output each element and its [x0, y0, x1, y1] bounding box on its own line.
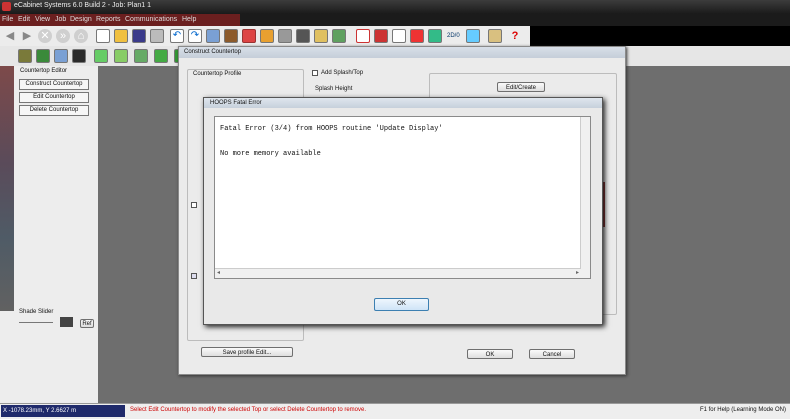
edit-create-button[interactable]: Edit/Create [497, 82, 545, 92]
code-label: 2D/0 [447, 33, 460, 39]
menu-communications[interactable]: Communications [125, 16, 177, 23]
menu-file[interactable]: File [2, 16, 13, 23]
library-icon[interactable] [314, 29, 328, 43]
menu-design[interactable]: Design [70, 16, 92, 23]
view-6-icon[interactable] [114, 49, 128, 63]
tool-g-icon[interactable] [410, 29, 424, 43]
shade-slider[interactable] [19, 322, 53, 323]
view-8-icon[interactable] [154, 49, 168, 63]
back-arrow-icon[interactable]: ◀ [3, 29, 17, 43]
view-1-icon[interactable] [18, 49, 32, 63]
scroll-right-icon[interactable]: ▸ [576, 269, 579, 276]
construct-countertop-button[interactable]: Construct Countertop [19, 79, 89, 90]
add-splash-checkbox[interactable] [312, 70, 318, 76]
tool-b-icon[interactable] [296, 29, 310, 43]
main-toolbar: ◀ ▶ ✕ » ⌂ ↶ ↷ 2D/0 ? [0, 26, 530, 47]
background-photo-strip [0, 66, 14, 311]
tool-j-icon[interactable] [488, 29, 502, 43]
tool-c-icon[interactable] [332, 29, 346, 43]
open-folder-icon[interactable] [114, 29, 128, 43]
view-7-icon[interactable] [134, 49, 148, 63]
save-icon[interactable] [132, 29, 146, 43]
menu-help[interactable]: Help [182, 16, 196, 23]
hoops-error-dialog: HOOPS Fatal Error Fatal Error (3/4) from… [203, 97, 603, 325]
save-profile-button[interactable]: Save profile Edit... [201, 347, 293, 357]
tool-d-icon[interactable] [356, 29, 370, 43]
status-bar: X -1078.23mm, Y 2.6627 m Select Edit Cou… [0, 403, 790, 419]
profile-group-label: Countertop Profile [193, 71, 242, 77]
option-checkbox-2[interactable] [191, 273, 197, 279]
scroll-left-icon[interactable]: ◂ [217, 269, 220, 276]
mirror-icon[interactable] [242, 29, 256, 43]
window-title: eCabinet Systems 6.0 Build 2 - Job: Plan… [14, 2, 151, 9]
cabinet-icon[interactable] [206, 29, 220, 43]
home-icon[interactable]: ⌂ [74, 29, 88, 43]
menu-job[interactable]: Job [55, 16, 66, 23]
ok-button[interactable]: OK [467, 349, 513, 359]
shade-swatch [60, 317, 73, 327]
splash-height-label: Splash Height [315, 86, 353, 92]
view-3-icon[interactable] [54, 49, 68, 63]
construction-icon[interactable] [224, 29, 238, 43]
vertical-scrollbar[interactable] [580, 117, 590, 278]
error-line-1: Fatal Error (3/4) from HOOPS routine 'Up… [220, 125, 443, 133]
tool-i-icon[interactable] [466, 29, 480, 43]
view-2-icon[interactable] [36, 49, 50, 63]
app-logo-icon [2, 2, 11, 11]
forward-arrow-icon[interactable]: ▶ [20, 29, 34, 43]
shade-slider-label: Shade Slider [19, 309, 54, 315]
view-5-icon[interactable] [94, 49, 108, 63]
desktop-background [240, 14, 790, 26]
add-splash-label: Add Splash/Top [321, 70, 364, 76]
stop-icon[interactable]: ✕ [38, 29, 52, 43]
error-line-2: No more memory available [220, 150, 321, 158]
coordinate-readout: X -1078.23mm, Y 2.6627 m [1, 405, 125, 417]
new-file-icon[interactable] [96, 29, 110, 43]
tool-e-icon[interactable] [374, 29, 388, 43]
tool-h-icon[interactable] [428, 29, 442, 43]
menu-edit[interactable]: Edit [18, 16, 30, 23]
desktop-background-right [530, 26, 790, 46]
refresh-icon[interactable]: » [56, 29, 70, 43]
print-icon[interactable] [150, 29, 164, 43]
error-message-box[interactable]: Fatal Error (3/4) from HOOPS routine 'Up… [214, 116, 591, 279]
menu-view[interactable]: View [35, 16, 50, 23]
status-tip: Select Edit Countertop to modify the sel… [130, 407, 367, 413]
horizontal-scrollbar[interactable]: ◂ ▸ [215, 268, 581, 278]
error-ok-button[interactable]: OK [374, 298, 429, 311]
edit-countertop-button[interactable]: Edit Countertop [19, 92, 89, 103]
option-checkbox[interactable] [191, 202, 197, 208]
error-dialog-title: HOOPS Fatal Error [204, 98, 602, 108]
tool-a-icon[interactable] [278, 29, 292, 43]
view-4-icon[interactable] [72, 49, 86, 63]
dimensions-icon[interactable] [260, 29, 274, 43]
help-icon[interactable]: ? [508, 29, 522, 43]
construct-dialog-title: Construct Countertop [179, 47, 625, 58]
title-bar: eCabinet Systems 6.0 Build 2 - Job: Plan… [0, 0, 790, 14]
ref-button[interactable]: Ref [80, 319, 94, 328]
menu-reports[interactable]: Reports [96, 16, 121, 23]
undo-icon[interactable]: ↶ [170, 29, 184, 43]
tool-f-icon[interactable] [392, 29, 406, 43]
redo-icon[interactable]: ↷ [188, 29, 202, 43]
countertop-editor-panel: Countertop Editor Construct Countertop E… [0, 66, 99, 403]
delete-countertop-button[interactable]: Delete Countertop [19, 105, 89, 116]
help-hint: F1 for Help (Learning Mode ON) [699, 407, 786, 413]
panel-title: Countertop Editor [20, 68, 68, 74]
menu-bar: File Edit View Job Design Reports Commun… [0, 14, 240, 26]
cancel-button[interactable]: Cancel [529, 349, 575, 359]
